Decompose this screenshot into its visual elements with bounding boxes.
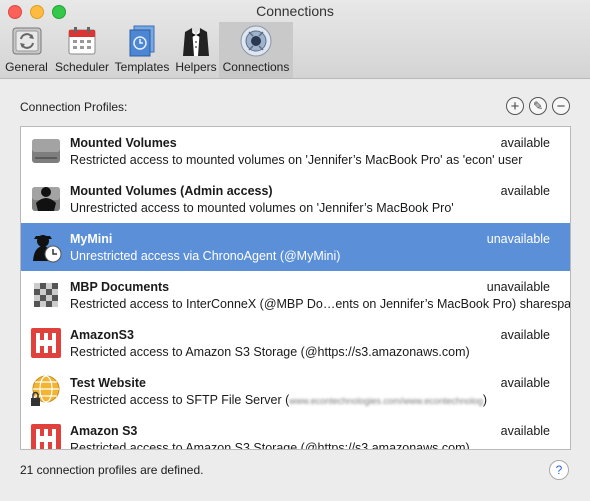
profile-status: available [500,328,550,342]
profile-description-text: Restricted access to SFTP File Server ( [70,393,290,407]
tab-connections[interactable]: Connections [219,22,293,78]
tab-helpers[interactable]: Helpers [173,22,219,78]
redacted-host: www.econtechnologies.com/www.econtechnol… [289,396,483,406]
tab-connections-label: Connections [222,60,290,74]
profile-name: Mounted Volumes (Admin access) [70,184,273,198]
help-button[interactable]: ? [549,460,569,480]
profile-count-text: 21 connection profiles are defined. [20,463,204,477]
admin-drive-icon [32,187,60,211]
templates-icon [129,25,155,57]
add-profile-button[interactable]: + [506,97,524,115]
profile-name: Amazon S3 [70,424,138,438]
tab-general[interactable]: General [0,22,53,78]
profile-description: Restricted access to Amazon S3 Storage (… [70,345,470,359]
preferences-window: Connections General Scheduler Templates … [0,0,590,501]
profile-status: available [500,424,550,438]
profile-description: Restricted access to InterConneX (@MBP D… [70,297,571,311]
tuxedo-icon [183,28,209,56]
tab-templates-label: Templates [114,60,170,74]
tab-scheduler-label: Scheduler [54,60,110,74]
profile-name: Mounted Volumes [70,136,177,150]
profile-description-end: ) [482,393,488,407]
profile-description: Restricted access to mounted volumes on … [70,153,523,167]
profile-status: available [500,376,550,390]
edit-profile-button[interactable]: ✎ [529,97,547,115]
list-item[interactable]: Test Website available Restricted access… [21,367,570,415]
profile-description: Unrestricted access to mounted volumes o… [70,201,454,215]
profile-description: Unrestricted access via ChronoAgent (@My… [70,249,341,263]
profile-description: Restricted access to Amazon S3 Storage (… [70,441,470,450]
profile-name: AmazonS3 [70,328,134,342]
list-item[interactable]: Mounted Volumes (Admin access) available… [21,175,570,223]
agent-clock-icon [33,235,62,263]
profile-description: Restricted access to SFTP File Server (w… [70,393,487,407]
interconnex-icon [34,283,58,307]
calendar-icon [68,27,96,55]
profile-status: unavailable [486,232,550,246]
profile-name: Test Website [70,376,146,390]
amazon-s3-icon [31,328,61,358]
tab-helpers-label: Helpers [175,60,217,74]
list-item[interactable]: MyMini unavailable Unrestricted access v… [21,223,570,271]
profile-status: available [500,136,550,150]
window-title: Connections [256,3,334,19]
list-item[interactable]: MBP Documents unavailable Restricted acc… [21,271,570,319]
remove-profile-button[interactable]: − [552,97,570,115]
profile-name: MBP Documents [70,280,170,294]
preferences-toolbar: General Scheduler Templates Helpers Conn… [0,22,293,78]
profile-actions: + ✎ − [506,97,570,115]
amazon-s3-icon [31,424,61,449]
tab-templates[interactable]: Templates [111,22,173,78]
connections-icon [240,25,272,57]
list-item[interactable]: Amazon S3 available Restricted access to… [21,415,570,450]
tab-scheduler[interactable]: Scheduler [53,22,111,78]
tab-general-label: General [5,60,48,74]
title-bar: Connections General Scheduler Templates … [0,0,590,79]
profile-status: unavailable [486,280,550,294]
list-item[interactable]: AmazonS3 available Restricted access to … [21,319,570,367]
profile-status: available [500,184,550,198]
general-icon [12,27,41,55]
globe-lock-icon [31,375,60,406]
connection-profiles-label: Connection Profiles: [20,100,128,114]
list-item[interactable]: Mounted Volumes available Restricted acc… [21,127,570,175]
hard-drive-icon [32,139,60,163]
profile-name: MyMini [70,232,113,246]
connection-profiles-list[interactable]: Mounted Volumes available Restricted acc… [20,126,571,450]
